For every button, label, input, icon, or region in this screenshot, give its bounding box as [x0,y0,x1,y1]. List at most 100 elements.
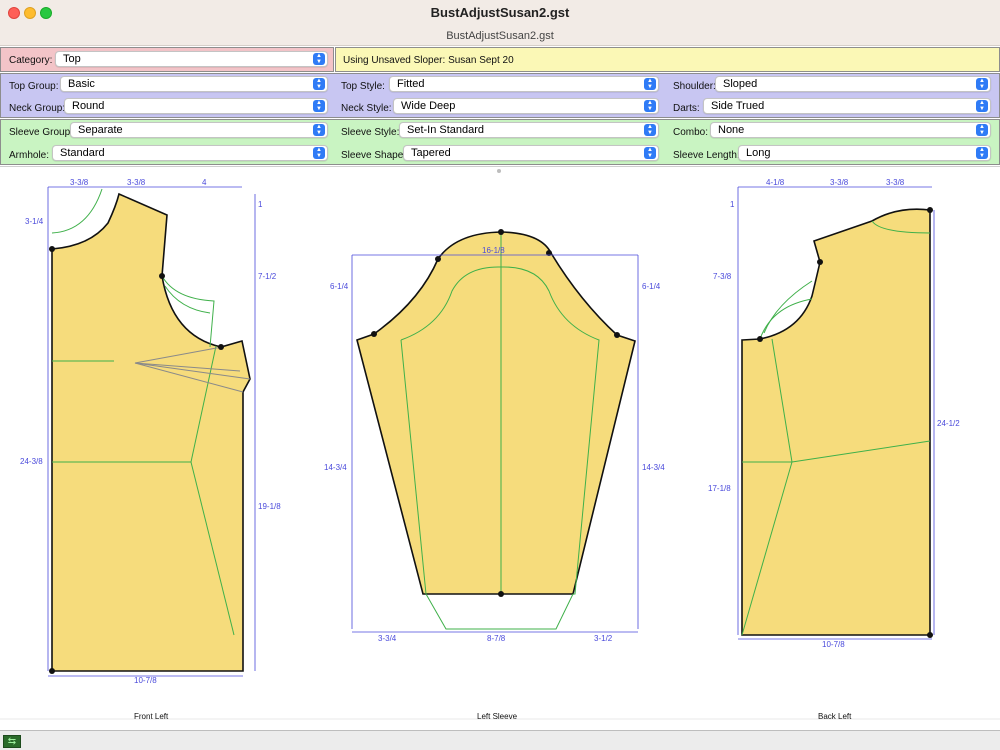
back-left-caption: Back Left [818,712,852,721]
sloper-label-text: Using Unsaved Sloper: [343,55,446,66]
top-group-select[interactable]: Basic ▲ ▼ [60,76,328,92]
combo-label: Combo: [673,127,709,138]
chevron-updown-icon: ▲ ▼ [976,100,988,112]
sleeve-length-label: Sleeve Length: [673,150,740,161]
neck-style-label: Neck Style: [341,103,392,114]
category-label: Category: [9,55,53,66]
front-left-caption: Front Left [134,712,169,721]
back-dim-3: 3-3/8 [886,178,905,187]
status-bar: ⇆ [0,730,1000,750]
left-sleeve-piece[interactable]: 16-1/8 6-1/4 6-1/4 14-3/4 14-3/4 3-3/4 8… [324,229,665,721]
back-dim-5: 7-3/8 [713,272,732,281]
category-panel: Category: Top ▲ ▼ [0,47,334,72]
sleeve-style-select[interactable]: Set-In Standard ▲ ▼ [399,122,659,138]
chevron-updown-icon: ▲ ▼ [976,124,988,136]
front-left-fabric [51,192,251,672]
back-dim-4: 1 [730,200,735,209]
sleeve-style-value: Set-In Standard [407,124,485,136]
left-sleeve-caption: Left Sleeve [477,712,518,721]
neck-style-select[interactable]: Wide Deep ▲ ▼ [393,98,659,114]
darts-select[interactable]: Side Trued ▲ ▼ [703,98,991,114]
front-dim-9: 10-7/8 [134,676,157,685]
front-dim-8: 19-1/8 [258,502,281,511]
chevron-updown-icon: ▲ ▼ [644,100,656,112]
document-name: BustAdjustSusan2.gst [446,30,554,42]
chevron-updown-icon: ▲ ▼ [644,147,656,159]
pattern-canvas[interactable]: 3-3/8 3-3/8 4 3-1/4 1 7-1/2 24-3/8 19-1/… [0,166,1000,730]
sleeve-shape-label: Sleeve Shape: [341,150,407,161]
sleeve-style-label: Sleeve Style: [341,127,400,138]
window-title: BustAdjustSusan2.gst [430,5,570,20]
front-dim-4: 3-1/4 [25,217,44,226]
chevron-updown-icon: ▲ ▼ [976,147,988,159]
front-dim-6: 7-1/2 [258,272,277,281]
back-dim-8: 10-7/8 [822,640,845,649]
chevron-updown-icon: ▲ ▼ [313,100,325,112]
front-dim-7: 24-3/8 [20,457,43,466]
top-style-value: Fitted [397,78,425,90]
left-sleeve-fabric [356,231,636,595]
sleeve-group-select[interactable]: Separate ▲ ▼ [70,122,328,138]
sloper-label: Using Unsaved Sloper: Susan Sept 20 [343,55,514,66]
top-group-label: Top Group: [9,81,59,92]
armhole-select[interactable]: Standard ▲ ▼ [52,145,328,161]
back-dim-6: 24-1/2 [937,419,960,428]
top-style-label: Top Style: [341,81,385,92]
front-dim-3: 4 [202,178,207,187]
neck-group-value: Round [72,100,105,112]
darts-value: Side Trued [711,100,765,112]
top-group-value: Basic [68,78,95,90]
front-dim-5: 1 [258,200,263,209]
chevron-updown-icon: ▲ ▼ [313,124,325,136]
neck-style-value: Wide Deep [401,100,456,112]
chevron-updown-icon: ▲ ▼ [644,124,656,136]
back-left-fabric [741,208,931,636]
front-dim-1: 3-3/8 [70,178,89,187]
sleeve-options-panel: Sleeve Group: Separate ▲ ▼ Armhole: Stand… [0,119,1000,165]
sync-icon[interactable]: ⇆ [3,735,21,748]
sleeve-dim-2: 6-1/4 [330,282,349,291]
darts-label: Darts: [673,103,700,114]
armhole-label: Armhole: [9,150,50,161]
splitter-handle[interactable] [497,169,501,173]
pattern-drawing: 3-3/8 3-3/8 4 3-1/4 1 7-1/2 24-3/8 19-1/… [0,178,1000,721]
front-left-piece[interactable]: 3-3/8 3-3/8 4 3-1/4 1 7-1/2 24-3/8 19-1/… [20,178,281,721]
shoulder-select[interactable]: Sloped ▲ ▼ [715,76,991,92]
top-options-panel: Top Group: Basic ▲ ▼ Neck Group: Round ▲ ▼… [0,73,1000,118]
sleeve-length-select[interactable]: Long ▲ ▼ [738,145,991,161]
sleeve-dim-7: 8-7/8 [487,634,506,643]
category-select[interactable]: Top ▲ ▼ [55,51,328,67]
sleeve-dim-4: 14-3/4 [324,463,347,472]
chevron-updown-icon: ▲ ▼ [976,78,988,90]
back-dim-2: 3-3/8 [830,178,849,187]
sleeve-dim-3: 6-1/4 [642,282,661,291]
sleeve-dim-1: 16-1/8 [482,246,505,255]
back-left-piece[interactable]: 4-1/8 3-3/8 3-3/8 1 7-3/8 24-1/2 17-1/8 … [708,178,960,721]
sleeve-group-label: Sleeve Group: [9,127,73,138]
back-dim-1: 4-1/8 [766,178,785,187]
chevron-updown-icon: ▲ ▼ [313,78,325,90]
sloper-name: Susan Sept 20 [448,55,514,66]
combo-value: None [718,124,745,136]
top-style-select[interactable]: Fitted ▲ ▼ [389,76,659,92]
sleeve-dim-6: 3-3/4 [378,634,397,643]
sleeve-shape-value: Tapered [411,147,451,159]
back-dim-7: 17-1/8 [708,484,731,493]
sleeve-dim-5: 14-3/4 [642,463,665,472]
sleeve-dim-8: 3-1/2 [594,634,613,643]
shoulder-value: Sloped [723,78,758,90]
category-value: Top [63,53,81,65]
neck-group-select[interactable]: Round ▲ ▼ [64,98,328,114]
sleeve-shape-select[interactable]: Tapered ▲ ▼ [403,145,659,161]
chevron-updown-icon: ▲ ▼ [644,78,656,90]
sleeve-group-value: Separate [78,124,123,136]
chevron-updown-icon: ▲ ▼ [313,53,325,65]
front-dim-2: 3-3/8 [127,178,146,187]
neck-group-label: Neck Group: [9,103,66,114]
combo-select[interactable]: None ▲ ▼ [710,122,991,138]
chevron-updown-icon: ▲ ▼ [313,147,325,159]
sleeve-length-value: Long [746,147,771,159]
title-bar: BustAdjustSusan2.gst BustAdjustSusan2.gs… [0,0,1000,46]
shoulder-label: Shoulder: [673,81,716,92]
armhole-value: Standard [60,147,105,159]
